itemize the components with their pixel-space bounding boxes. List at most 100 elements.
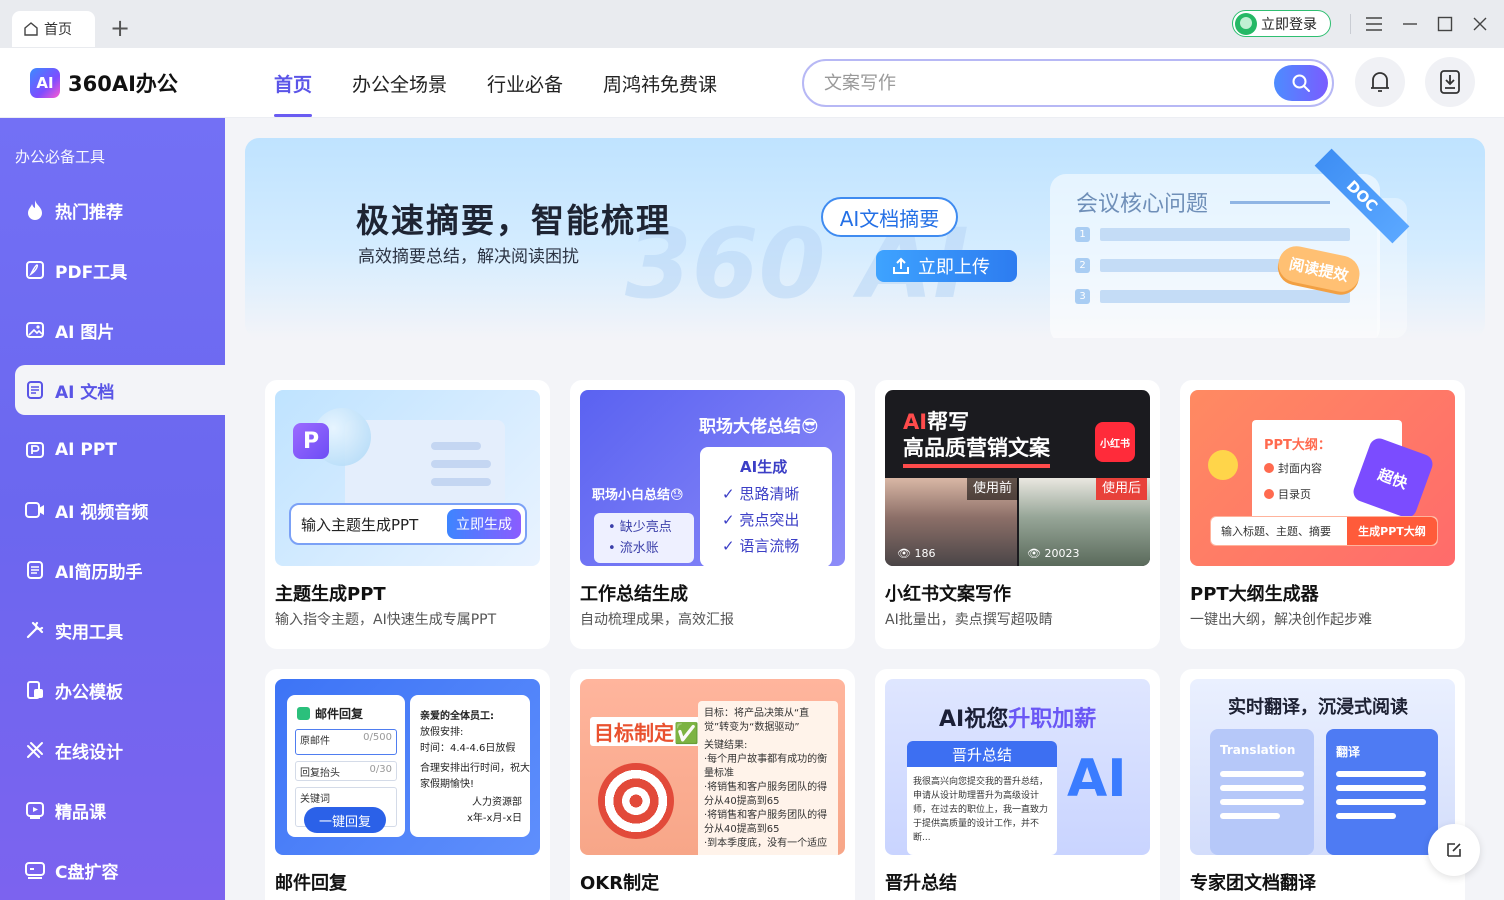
pdf-icon	[24, 259, 46, 281]
ppt-logo-icon: P	[293, 423, 329, 459]
doc-row: 1	[1075, 227, 1350, 242]
maximize-icon	[1437, 16, 1453, 32]
tab-home[interactable]: 首页	[12, 11, 95, 47]
ai-doc-summary-pill[interactable]: AI文档摘要	[821, 197, 958, 237]
title-bar: 首页 + 立即登录	[0, 0, 1504, 48]
sidebar-item-templates[interactable]: 办公模板	[15, 665, 225, 715]
view-count: 👁 20023	[1027, 547, 1080, 560]
translation-heading: 实时翻译，沉浸式阅读	[1228, 697, 1408, 718]
sidebar-item-ai-doc[interactable]: AI 文档	[15, 365, 225, 415]
maximize-button[interactable]	[1433, 12, 1457, 36]
bell-icon	[1371, 72, 1389, 92]
translated-doc: 翻译	[1326, 729, 1438, 855]
video-icon	[24, 499, 46, 521]
hamburger-icon	[1366, 17, 1382, 31]
search-icon	[1292, 74, 1310, 92]
after-tag: 使用后	[1096, 478, 1148, 500]
resume-icon	[24, 559, 46, 581]
search-input[interactable]	[824, 71, 1254, 95]
view-count: 👁 186	[897, 547, 936, 560]
search-button[interactable]	[1274, 65, 1328, 101]
sidebar-item-pdf[interactable]: PDF工具	[15, 245, 225, 295]
sidebar-item-resume[interactable]: AI简历助手	[15, 545, 225, 595]
nav-free-course[interactable]: 周鸿祎免费课	[603, 70, 717, 117]
tool-card-xiaohongshu[interactable]: AI帮写 高品质营销文案 小红书 使用前 使用后 👁 186 👁 20023 小…	[875, 380, 1160, 649]
top-nav: 首页 办公全场景 行业必备 周鸿祎免费课	[274, 70, 757, 117]
card-thumbnail: 目标制定✅ 目标：将产品决策从“直觉”转变为“数据驱动” 关键结果: ·每个用户…	[580, 679, 845, 855]
card-description: 输入指令主题，AI快速生成专属PPT	[275, 612, 497, 628]
avatar-icon	[1235, 12, 1257, 35]
card-thumbnail: 邮件回复 0/500 原邮件 0/30 回复抬头 关键词 一键回复 亲爱的全体员工:…	[275, 679, 540, 855]
lightbulb-icon	[1208, 450, 1238, 480]
image-icon	[24, 319, 46, 341]
close-icon	[1473, 17, 1487, 31]
sidebar-item-ai-ppt[interactable]: AI PPT	[15, 425, 225, 475]
sidebar-item-label: 在线设计	[55, 742, 123, 763]
document-icon	[24, 379, 46, 401]
feedback-button[interactable]	[1428, 824, 1480, 876]
close-button[interactable]	[1468, 12, 1492, 36]
novice-summary-label: 职场小白总结😓	[592, 488, 684, 503]
sidebar-item-course[interactable]: 精品课	[15, 785, 225, 835]
card-thumbnail: P 输入主题生成PPT 立即生成	[275, 390, 540, 566]
sidebar-item-tools[interactable]: 实用工具	[15, 605, 225, 655]
tool-card-work-summary[interactable]: 职场大佬总结😎 职场小白总结😓 • 缺少亮点 • 流水账 AI生成 ✓ 思路清晰…	[570, 380, 855, 649]
email-letter: 亲爱的全体员工: 放假安排: 时间：4.4-4.6日放假 合理安排出行时间，祝大…	[410, 695, 530, 837]
upload-button[interactable]: 立即上传	[876, 250, 1017, 282]
app-header: AI 360AI办公 首页 办公全场景 行业必备 周鸿祎免费课	[0, 48, 1504, 118]
tool-card-ppt-outline[interactable]: PPT大纲： 封面内容 目录页 超快 输入标题、主题、摘要 生成PPT大纲 PP…	[1180, 380, 1465, 649]
nav-office-scenes[interactable]: 办公全场景	[352, 70, 447, 117]
menu-button[interactable]	[1362, 12, 1386, 36]
minimize-button[interactable]	[1398, 12, 1422, 36]
promo-heading: AI祝您升职加薪	[939, 707, 1097, 732]
promo-summary-card: 晋升总结 我很高兴向您提交我的晋升总结，申请从设计助理晋升为高级设计师，在过去的…	[907, 741, 1057, 855]
sidebar-item-label: AI PPT	[55, 440, 117, 460]
card-description: AI批量出，卖点撰写超吸睛	[885, 612, 1053, 628]
banner-title: 极速摘要，智能梳理	[356, 201, 671, 240]
sidebar-item-label: AI 图片	[55, 322, 115, 343]
card-thumbnail: AI帮写 高品质营销文案 小红书 使用前 使用后 👁 186 👁 20023	[885, 390, 1150, 566]
doc-title-line	[1230, 201, 1330, 204]
xiaohongshu-logo: 小红书	[1095, 422, 1135, 462]
hero-banner[interactable]: 360 AI 极速摘要，智能梳理 高效摘要总结，解决阅读困扰 AI文档摘要 立即…	[245, 138, 1485, 338]
card-title: 邮件回复	[275, 873, 347, 894]
sidebar-item-ai-image[interactable]: AI 图片	[15, 305, 225, 355]
login-button[interactable]: 立即登录	[1232, 10, 1331, 37]
nav-home[interactable]: 首页	[274, 70, 313, 117]
doc-row: 3	[1075, 289, 1350, 304]
card-thumbnail: 实时翻译，沉浸式阅读 Translation 翻译	[1190, 679, 1455, 855]
tool-card-promotion[interactable]: AI祝您升职加薪 晋升总结 我很高兴向您提交我的晋升总结，申请从设计助理晋升为高…	[875, 669, 1160, 900]
tool-card-okr[interactable]: 目标制定✅ 目标：将产品决策从“直觉”转变为“数据驱动” 关键结果: ·每个用户…	[570, 669, 855, 900]
sidebar-item-design[interactable]: 在线设计	[15, 725, 225, 775]
tool-card-ppt-from-topic[interactable]: P 输入主题生成PPT 立即生成 主题生成PPT 输入指令主题，AI快速生成专属…	[265, 380, 550, 649]
before-tag: 使用前	[967, 478, 1019, 500]
download-button[interactable]	[1425, 57, 1475, 107]
app-logo[interactable]: AI 360AI办公	[30, 68, 178, 98]
nav-industry[interactable]: 行业必备	[487, 70, 563, 117]
tool-card-email-reply[interactable]: 邮件回复 0/500 原邮件 0/30 回复抬头 关键词 一键回复 亲爱的全体员工:…	[265, 669, 550, 900]
card-title: OKR制定	[580, 873, 660, 894]
sidebar-item-label: 实用工具	[55, 622, 123, 643]
card-title: 工作总结生成	[580, 584, 688, 605]
card-description: 一键出大纲，解决创作起步难	[1190, 612, 1372, 628]
source-doc: Translation	[1210, 729, 1314, 855]
email-form: 邮件回复 0/500 原邮件 0/30 回复抬头 关键词 一键回复	[287, 695, 405, 837]
upload-label: 立即上传	[918, 257, 990, 278]
generate-outline-button: 生成PPT大纲	[1347, 517, 1437, 545]
sidebar-item-label: 热门推荐	[55, 202, 123, 223]
sidebar-item-hot[interactable]: 热门推荐	[15, 185, 225, 235]
new-tab-button[interactable]: +	[108, 16, 132, 40]
ai-logo-3d: AI	[1067, 749, 1127, 809]
banner-subtitle: 高效摘要总结，解决阅读困扰	[358, 247, 579, 267]
design-icon	[24, 739, 46, 761]
tool-card-translation[interactable]: 实时翻译，沉浸式阅读 Translation 翻译 专家团文档翻译	[1180, 669, 1465, 900]
sidebar-item-label: AI 视频音频	[55, 502, 149, 523]
pro-summary-heading: 职场大佬总结😎	[699, 417, 819, 437]
flame-icon	[24, 199, 46, 221]
sidebar-item-disk[interactable]: C盘扩容	[15, 845, 225, 895]
notification-button[interactable]	[1355, 57, 1405, 107]
card-title: 专家团文档翻译	[1190, 873, 1316, 894]
sidebar-item-ai-video[interactable]: AI 视频音频	[15, 485, 225, 535]
edit-icon	[1447, 843, 1461, 857]
disk-icon	[24, 859, 46, 881]
